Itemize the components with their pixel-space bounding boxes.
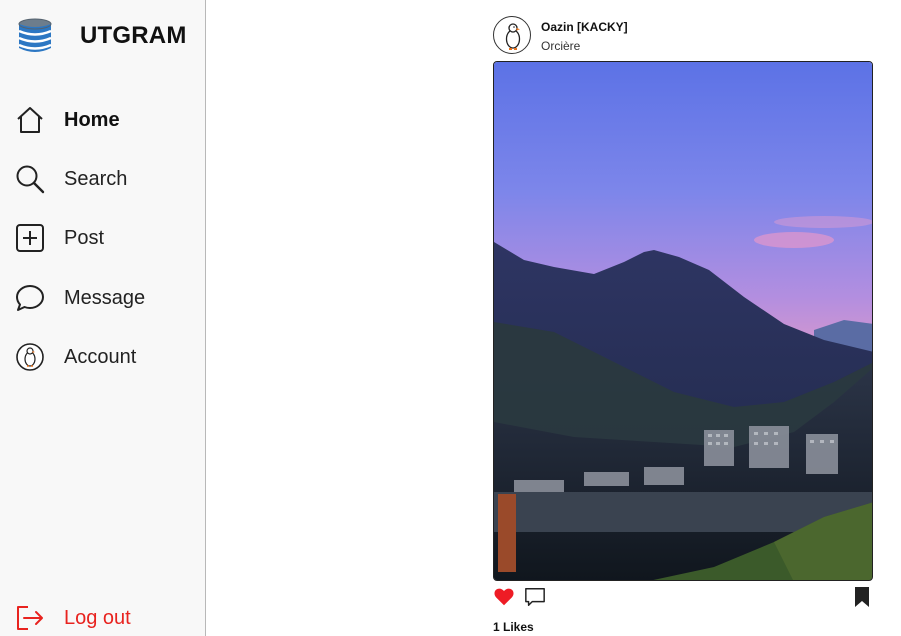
avatar-icon (15, 342, 45, 372)
post-image[interactable] (493, 61, 873, 581)
bookmark-button[interactable] (853, 586, 871, 613)
bookmark-filled-icon (855, 587, 869, 607)
sidebar-item-post[interactable]: Post (15, 222, 104, 254)
post-location[interactable]: Orcière (541, 39, 580, 53)
logout-icon (15, 603, 45, 633)
sidebar-item-label: Message (64, 286, 146, 309)
sidebar-item-account[interactable]: Account (15, 341, 136, 373)
app-title: UTGRAM (80, 22, 187, 49)
logout-button[interactable]: Log out (15, 602, 131, 634)
post-username[interactable]: Oazin [KACKY] (541, 20, 628, 34)
duck-avatar-icon (505, 23, 521, 50)
database-logo-icon (18, 18, 52, 52)
sidebar-item-search[interactable]: Search (15, 163, 127, 195)
sidebar-item-label: Account (64, 345, 137, 368)
likes-count[interactable]: 1 Likes (493, 620, 534, 634)
post-actions (493, 586, 873, 612)
post-avatar[interactable] (493, 16, 531, 54)
post-header: Oazin [KACKY] Orcière (493, 16, 873, 58)
heart-filled-icon (494, 588, 514, 606)
comment-button[interactable] (524, 586, 546, 613)
feed-post: Oazin [KACKY] Orcière 1 Likes (493, 16, 873, 634)
like-button[interactable] (493, 586, 515, 613)
comment-icon (525, 588, 545, 606)
sidebar-item-label: Search (64, 167, 128, 190)
sidebar-item-label: Post (64, 226, 105, 249)
sidebar-item-home[interactable]: Home (15, 104, 120, 136)
sidebar-item-message[interactable]: Message (15, 282, 145, 314)
logout-label: Log out (64, 606, 131, 629)
chat-bubble-icon (15, 283, 45, 313)
search-icon (15, 164, 45, 194)
sidebar-item-label: Home (64, 108, 120, 131)
brand[interactable]: UTGRAM (16, 16, 186, 56)
mountain-sunset-photo (494, 62, 872, 580)
sidebar: UTGRAM Home Search Post Message Account … (0, 0, 206, 636)
plus-square-icon (15, 223, 45, 253)
home-icon (15, 105, 45, 135)
